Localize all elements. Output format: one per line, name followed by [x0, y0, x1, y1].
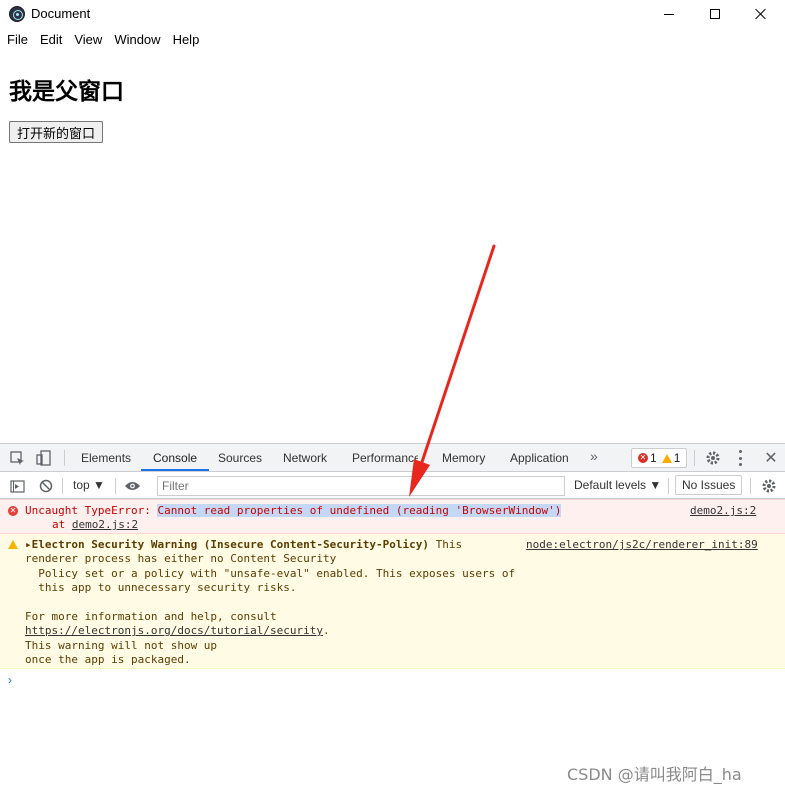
toolbar-divider	[62, 478, 63, 494]
error-icon: ✕	[8, 506, 18, 516]
tab-console[interactable]: Console	[141, 444, 210, 471]
toolbar-divider	[694, 450, 695, 466]
warning-line: This warning will not show up	[25, 638, 218, 652]
toolbar-divider	[115, 478, 116, 494]
devtools-panel: Elements Console Sources Network Perform…	[0, 443, 785, 789]
error-message-highlighted: Cannot read properties of undefined (rea…	[157, 504, 562, 517]
tab-application[interactable]: Application	[510, 444, 569, 471]
menu-edit[interactable]: Edit	[34, 28, 68, 50]
warning-text: ▸Electron Security Warning (Insecure Con…	[25, 538, 515, 668]
tab-sources[interactable]: Sources	[218, 444, 262, 471]
error-count: 1	[650, 451, 657, 465]
open-new-window-button[interactable]: 打开新的窗口	[9, 121, 104, 143]
title-bar: Document	[0, 0, 785, 28]
page-heading: 我是父窗口	[9, 79, 124, 105]
warning-line: .	[323, 624, 330, 638]
warning-line: this app to unnecessary security risks.	[25, 581, 297, 595]
issues-button[interactable]: No Issues	[675, 475, 743, 495]
warning-title: Electron Security Warning (Insecure Cont…	[31, 538, 429, 551]
warning-icon	[8, 540, 18, 549]
error-stack-at: at	[52, 518, 72, 531]
window-title: Document	[31, 6, 91, 21]
error-stack: at demo2.js:2	[52, 518, 138, 532]
warning-source-link[interactable]: node:electron/js2c/renderer_init:89	[526, 538, 758, 552]
close-devtools-icon[interactable]: ✕	[762, 449, 780, 467]
warning-line: renderer process has either no Content S…	[25, 552, 337, 566]
more-tabs-button[interactable]: »	[590, 444, 598, 471]
menu-file[interactable]: File	[1, 28, 34, 50]
issue-counter-button[interactable]: ✕ 1 1	[631, 448, 687, 468]
minimize-icon	[664, 13, 674, 15]
expand-triangle-icon[interactable]: ▸	[25, 538, 32, 551]
menu-view[interactable]: View	[68, 28, 108, 50]
console-settings-gear-icon[interactable]	[760, 477, 778, 495]
minimize-button[interactable]	[646, 0, 692, 28]
maximize-icon	[710, 9, 720, 19]
log-levels-dropdown[interactable]: Default levels ▼	[574, 478, 661, 492]
watermark: CSDN @请叫我阿白_ha	[567, 765, 742, 784]
page-content: 我是父窗口 打开新的窗口	[0, 50, 785, 443]
live-expression-eye-icon[interactable]	[123, 477, 141, 495]
toolbar-divider	[668, 478, 669, 494]
tab-performance[interactable]: Performance	[352, 444, 418, 471]
devtools-tab-bar: Elements Console Sources Network Perform…	[0, 444, 785, 472]
warning-line: once the app is packaged.	[25, 653, 191, 667]
close-button[interactable]	[738, 0, 784, 28]
toolbar-divider	[64, 450, 65, 466]
console-filter-input[interactable]	[157, 476, 565, 496]
security-docs-link[interactable]: https://electronjs.org/docs/tutorial/sec…	[25, 624, 323, 637]
toolbar-divider	[750, 478, 751, 494]
more-options-icon[interactable]	[738, 450, 742, 466]
error-stack-link[interactable]: demo2.js:2	[72, 518, 138, 531]
error-source-link[interactable]: demo2.js:2	[690, 504, 756, 518]
maximize-button[interactable]	[692, 0, 738, 28]
console-warning-message: ▸Electron Security Warning (Insecure Con…	[0, 534, 785, 669]
menu-help[interactable]: Help	[167, 28, 206, 50]
console-sidebar-icon[interactable]	[8, 477, 26, 495]
error-icon: ✕	[638, 453, 648, 463]
console-toolbar: top ▼ Default levels ▼ No Issues	[0, 472, 785, 499]
inspect-element-icon[interactable]	[8, 449, 26, 467]
tab-network[interactable]: Network	[283, 444, 327, 471]
menu-bar: File Edit View Window Help	[0, 28, 785, 50]
device-toolbar-icon[interactable]	[35, 449, 53, 467]
context-selector[interactable]: top ▼	[73, 478, 105, 492]
settings-gear-icon[interactable]	[704, 449, 722, 467]
close-icon	[755, 8, 767, 20]
menu-window[interactable]: Window	[108, 28, 166, 50]
console-prompt[interactable]: ›	[8, 673, 12, 687]
error-prefix: Uncaught TypeError:	[25, 504, 158, 517]
electron-icon	[9, 6, 25, 22]
console-error-message: ✕ Uncaught TypeError: Cannot read proper…	[0, 499, 785, 534]
tab-memory[interactable]: Memory	[442, 444, 485, 471]
warning-line: Policy set or a policy with "unsafe-eval…	[25, 566, 516, 580]
tab-elements[interactable]: Elements	[81, 444, 131, 471]
warning-line: For more information and help, consult	[25, 610, 277, 624]
warning-count: 1	[673, 451, 681, 465]
warning-line: This	[428, 538, 463, 551]
error-text: Uncaught TypeError: Cannot read properti…	[25, 504, 562, 518]
warning-icon	[661, 453, 672, 463]
clear-console-icon[interactable]	[37, 477, 55, 495]
